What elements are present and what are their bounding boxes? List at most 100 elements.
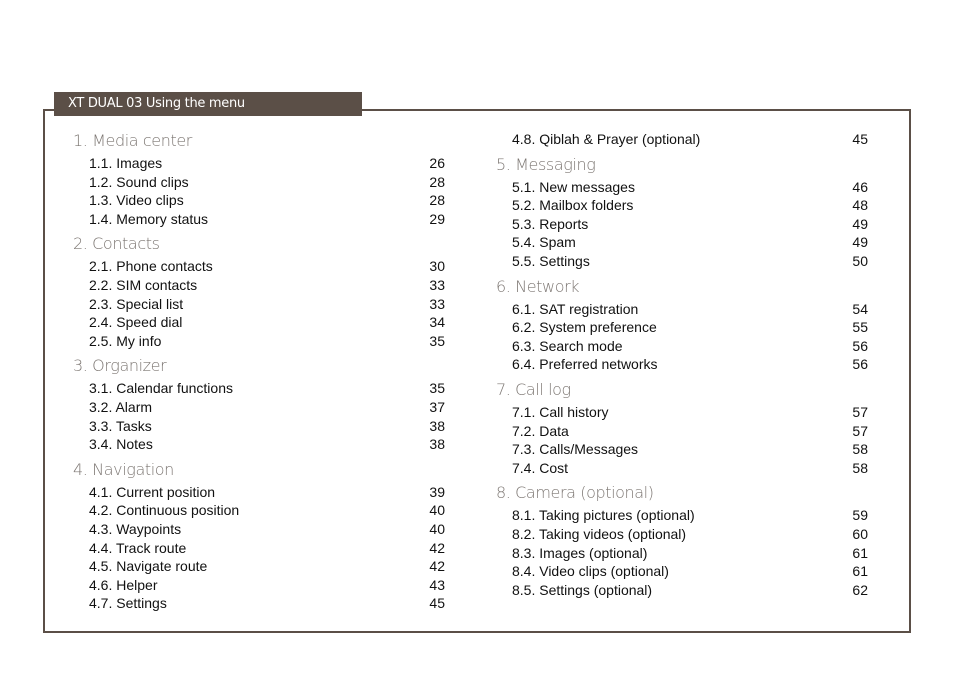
toc-entry-page: 43 bbox=[429, 576, 445, 593]
toc-entry[interactable]: 6.4. Preferred networks 56 bbox=[496, 355, 868, 374]
toc-entry[interactable]: 2.5. My info 35 bbox=[73, 332, 445, 351]
toc-entry-page: 62 bbox=[852, 581, 868, 598]
toc-entry-page: 56 bbox=[852, 337, 868, 354]
toc-entry[interactable]: 6.3. Search mode 56 bbox=[496, 337, 868, 356]
toc-entry-page: 39 bbox=[429, 483, 445, 500]
toc-entry[interactable]: 3.4. Notes 38 bbox=[73, 435, 445, 454]
toc-entry[interactable]: 5.3. Reports 49 bbox=[496, 215, 868, 234]
toc-entry-label: 4.7. Settings bbox=[89, 595, 167, 612]
toc-entry-label: 2.3. Special list bbox=[89, 295, 184, 312]
section-title[interactable]: 2. Contacts bbox=[73, 234, 445, 254]
toc-entry-page: 33 bbox=[429, 276, 445, 293]
toc-entry[interactable]: 5.4. Spam 49 bbox=[496, 233, 868, 252]
toc-entry-label: 5.3. Reports bbox=[512, 215, 589, 232]
toc-entry-label: 8.5. Settings (optional) bbox=[512, 581, 653, 598]
toc-entry-page: 28 bbox=[429, 173, 445, 190]
toc-entry[interactable]: 8.2. Taking videos (optional) 60 bbox=[496, 525, 868, 544]
toc-right-column: 4.8. Qiblah & Prayer (optional) 45 5. Mess… bbox=[496, 129, 868, 599]
toc-entry-page: 37 bbox=[429, 398, 445, 415]
toc-entry[interactable]: 8.3. Images (optional) 61 bbox=[496, 544, 868, 563]
toc-entry[interactable]: 4.8. Qiblah & Prayer (optional) 45 bbox=[496, 130, 868, 149]
toc-entry[interactable]: 3.2. Alarm 37 bbox=[73, 398, 445, 417]
toc-entry-label: 5.4. Spam bbox=[512, 234, 576, 251]
toc-entry[interactable]: 5.1. New messages 46 bbox=[496, 178, 868, 197]
toc-entry-page: 35 bbox=[429, 332, 445, 349]
toc-entry[interactable]: 4.4. Track route 42 bbox=[73, 539, 445, 558]
toc-entry-page: 34 bbox=[429, 314, 445, 331]
toc-entry-label: 7.1. Call history bbox=[512, 403, 609, 420]
toc-entry-label: 5.5. Settings bbox=[512, 252, 590, 269]
toc-entry-label: 1.1. Images bbox=[89, 155, 163, 171]
toc-section: 7. Call log 7.1. Call history 57 7.2. Data 5… bbox=[496, 380, 868, 477]
toc-entry-page: 60 bbox=[852, 525, 868, 542]
toc-entry[interactable]: 2.3. Special list 33 bbox=[73, 295, 445, 314]
toc-entry[interactable]: 8.1. Taking pictures (optional) 59 bbox=[496, 506, 868, 525]
toc-entry[interactable]: 2.1. Phone contacts 30 bbox=[73, 257, 445, 276]
toc-entry-page: 56 bbox=[852, 356, 868, 373]
section-title[interactable]: 8. Camera (optional) bbox=[496, 483, 868, 503]
toc-entry-page: 54 bbox=[852, 300, 868, 317]
toc-entry-page: 46 bbox=[852, 178, 868, 195]
section-title[interactable]: 5. Messaging bbox=[496, 155, 868, 175]
toc-entry-page: 57 bbox=[852, 422, 868, 439]
toc-entry[interactable]: 6.2. System preference 55 bbox=[496, 318, 868, 337]
toc-entry[interactable]: 4.2. Continuous position 40 bbox=[73, 501, 445, 520]
toc-entry[interactable]: 1.3. Video clips 28 bbox=[73, 191, 445, 210]
toc-entry-page: 55 bbox=[852, 319, 868, 336]
toc-entry-page: 28 bbox=[429, 192, 445, 209]
toc-entry-page: 26 bbox=[429, 155, 445, 171]
section-title[interactable]: 3. Organizer bbox=[73, 356, 445, 376]
section-title[interactable]: 6. Network bbox=[496, 277, 868, 297]
toc-entry-label: 3.2. Alarm bbox=[89, 398, 153, 415]
toc-entry[interactable]: 4.6. Helper 43 bbox=[73, 576, 445, 595]
toc-entry-page: 42 bbox=[429, 539, 445, 556]
toc-entry-page: 58 bbox=[852, 459, 868, 476]
toc-entry[interactable]: 8.5. Settings (optional) 62 bbox=[496, 581, 868, 600]
toc-entry[interactable]: 2.2. SIM contacts 33 bbox=[73, 276, 445, 295]
toc-entry[interactable]: 7.3. Calls/Messages 58 bbox=[496, 440, 868, 459]
toc-entry[interactable]: 7.2. Data 57 bbox=[496, 422, 868, 441]
toc-entry[interactable]: 1.4. Memory status 29 bbox=[73, 210, 445, 229]
toc-entry[interactable]: 4.1. Current position 39 bbox=[73, 483, 445, 502]
section-title[interactable]: 7. Call log bbox=[496, 380, 868, 400]
toc-section: 3. Organizer 3.1. Calendar functions 35 3.2… bbox=[73, 356, 445, 453]
toc-entry[interactable]: 5.5. Settings 50 bbox=[496, 252, 868, 271]
toc-entry-page: 61 bbox=[852, 563, 868, 580]
toc-entry[interactable]: 7.1. Call history 57 bbox=[496, 403, 868, 422]
toc-entry-label: 6.2. System preference bbox=[512, 319, 657, 336]
toc-entry[interactable]: 3.3. Tasks 38 bbox=[73, 417, 445, 436]
toc-entry-page: 40 bbox=[429, 520, 445, 537]
toc-entry-label: 4.2. Continuous position bbox=[89, 502, 240, 519]
toc-entry[interactable]: 6.1. SAT registration 54 bbox=[496, 300, 868, 319]
toc-section: 1. Media center 1.1. Images 26 1.2. Sound c… bbox=[73, 131, 445, 228]
toc-entry-label: 7.3. Calls/Messages bbox=[512, 441, 639, 458]
toc-entry[interactable]: 5.2. Mailbox folders 48 bbox=[496, 196, 868, 215]
toc-entry-label: 2.4. Speed dial bbox=[89, 314, 183, 331]
toc-entry[interactable]: 4.7. Settings 45 bbox=[73, 594, 445, 613]
section-title[interactable]: 4. Navigation bbox=[73, 460, 445, 480]
toc-entry[interactable]: 3.1. Calendar functions 35 bbox=[73, 379, 445, 398]
toc-entry[interactable]: 8.4. Video clips (optional) 61 bbox=[496, 562, 868, 581]
section-title[interactable]: 1. Media center bbox=[73, 131, 445, 151]
toc-entry[interactable]: 4.3. Waypoints 40 bbox=[73, 520, 445, 539]
toc-entry[interactable]: 1.1. Images 26 bbox=[73, 154, 445, 173]
toc-entry[interactable]: 4.5. Navigate route 42 bbox=[73, 557, 445, 576]
toc-entry-label: 4.4. Track route bbox=[89, 539, 187, 556]
toc-entry-label: 7.4. Cost bbox=[512, 459, 569, 476]
toc-entry[interactable]: 1.2. Sound clips 28 bbox=[73, 173, 445, 192]
page-header-tab: XT DUAL 03 Using the menu bbox=[54, 92, 362, 116]
toc-entry-label: 5.1. New messages bbox=[512, 178, 635, 195]
toc-section: 8. Camera (optional) 8.1. Taking pictures… bbox=[496, 483, 868, 599]
toc-left-column: 1. Media center 1.1. Images 26 1.2. Sound c… bbox=[73, 129, 445, 613]
toc-entry-label: 1.3. Video clips bbox=[89, 192, 184, 209]
toc-entry-page: 49 bbox=[852, 215, 868, 232]
toc-entry[interactable]: 7.4. Cost 58 bbox=[496, 459, 868, 478]
toc-entry-page: 29 bbox=[429, 210, 445, 227]
toc-entry-label: 3.3. Tasks bbox=[89, 417, 152, 434]
toc-entry-page: 45 bbox=[429, 595, 445, 612]
toc-entry-page: 35 bbox=[429, 380, 445, 397]
toc-entry-page: 61 bbox=[852, 544, 868, 561]
toc-entry[interactable]: 2.4. Speed dial 34 bbox=[73, 313, 445, 332]
toc-entry-label: 8.1. Taking pictures (optional) bbox=[512, 507, 695, 524]
toc-entry-page: 48 bbox=[852, 197, 868, 214]
